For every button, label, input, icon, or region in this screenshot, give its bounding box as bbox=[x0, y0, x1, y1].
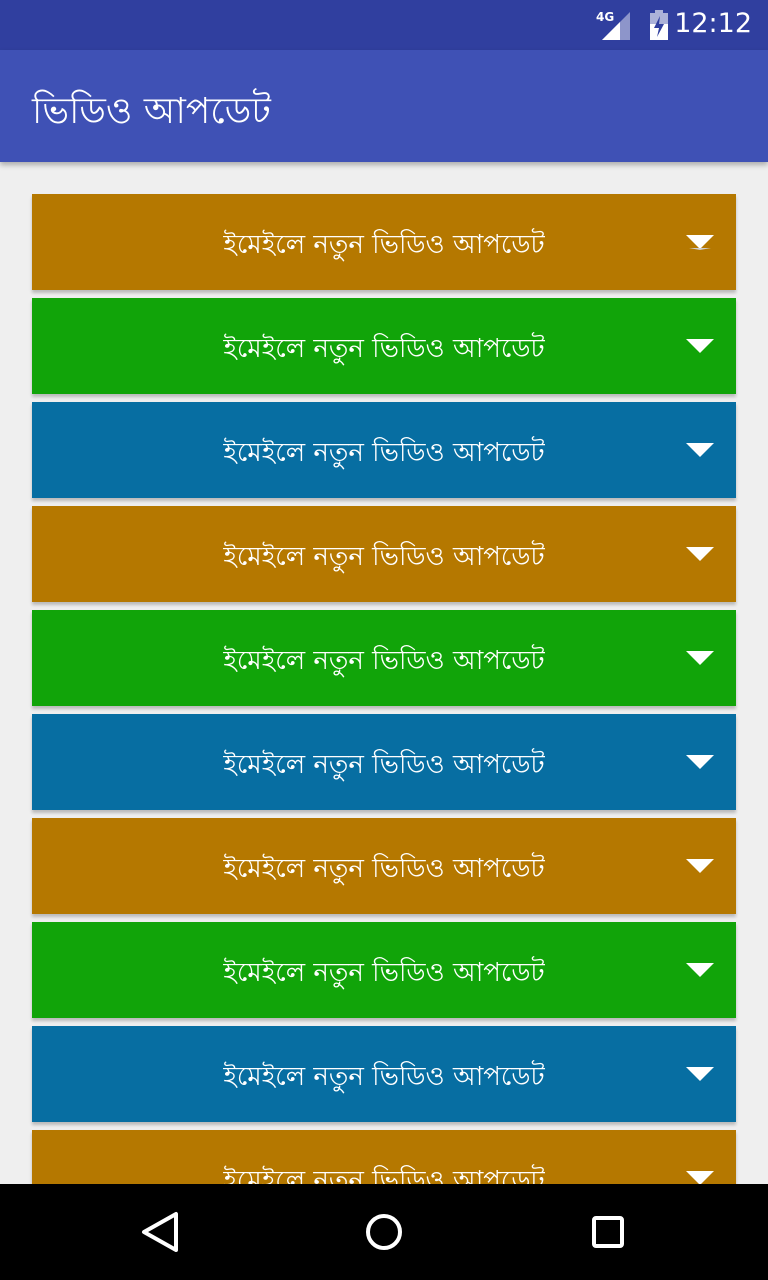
triangle-down-icon bbox=[686, 235, 714, 250]
triangle-down-icon bbox=[686, 651, 714, 665]
list-item[interactable]: ইমেইলে নতুন ভিডিও আপডেট bbox=[32, 402, 736, 498]
list-item[interactable]: ইমেইলে নতুন ভিডিও আপডেট bbox=[32, 1026, 736, 1122]
recents-icon[interactable] bbox=[578, 1202, 638, 1262]
list-item-label: ইমেইলে নতুন ভিডিও আপডেট bbox=[223, 1166, 545, 1184]
network-signal-icon: 4G bbox=[596, 10, 632, 40]
triangle-down-icon bbox=[686, 443, 714, 457]
app-bar: ভিডিও আপডেট bbox=[0, 50, 768, 162]
list-item-label: ইমেইলে নতুন ভিডিও আপডেট bbox=[223, 646, 545, 676]
list-item[interactable]: ইমেইলে নতুন ভিডিও আপডেট bbox=[32, 610, 736, 706]
update-list: ইমেইলে নতুন ভিডিও আপডেট ইমেইলে নতুন ভিডি… bbox=[0, 162, 768, 1184]
triangle-down-icon bbox=[686, 963, 714, 977]
list-item-label: ইমেইলে নতুন ভিডিও আপডেট bbox=[223, 854, 545, 884]
list-item-label: ইমেইলে নতুন ভিডিও আপডেট bbox=[223, 750, 545, 780]
triangle-down-icon bbox=[686, 339, 714, 353]
home-icon[interactable] bbox=[354, 1202, 414, 1262]
list-item-label: ইমেইলে নতুন ভিডিও আপডেট bbox=[223, 334, 545, 364]
list-item[interactable]: ইমেইলে নতুন ভিডিও আপডেট bbox=[32, 714, 736, 810]
page-title: ভিডিও আপডেট bbox=[32, 91, 271, 132]
triangle-down-icon bbox=[686, 1171, 714, 1184]
list-item-label: ইমেইলে নতুন ভিডিও আপডেট bbox=[223, 1062, 545, 1092]
list-item[interactable]: ইমেইলে নতুন ভিডিও আপডেট bbox=[32, 298, 736, 394]
status-bar: 4G 12:12 bbox=[0, 0, 768, 50]
status-clock: 12:12 bbox=[674, 8, 752, 39]
list-item[interactable]: ইমেইলে নতুন ভিডিও আপডেট bbox=[32, 194, 736, 290]
list-item-label: ইমেইলে নতুন ভিডিও আপডেট bbox=[223, 438, 545, 468]
battery-charging-icon bbox=[650, 10, 668, 40]
triangle-down-icon bbox=[686, 547, 714, 561]
list-item[interactable]: ইমেইলে নতুন ভিডিও আপডেট bbox=[32, 922, 736, 1018]
list-item-label: ইমেইলে নতুন ভিডিও আপডেট bbox=[223, 230, 545, 260]
triangle-down-icon bbox=[686, 859, 714, 873]
list-item-label: ইমেইলে নতুন ভিডিও আপডেট bbox=[223, 542, 545, 572]
triangle-down-icon bbox=[686, 1067, 714, 1081]
list-item-label: ইমেইলে নতুন ভিডিও আপডেট bbox=[223, 958, 545, 988]
system-nav-bar bbox=[0, 1184, 768, 1280]
list-item[interactable]: ইমেইলে নতুন ভিডিও আপডেট bbox=[32, 1130, 736, 1184]
triangle-down-icon bbox=[686, 755, 714, 769]
back-icon[interactable] bbox=[130, 1202, 190, 1262]
list-item[interactable]: ইমেইলে নতুন ভিডিও আপডেট bbox=[32, 506, 736, 602]
list-item[interactable]: ইমেইলে নতুন ভিডিও আপডেট bbox=[32, 818, 736, 914]
